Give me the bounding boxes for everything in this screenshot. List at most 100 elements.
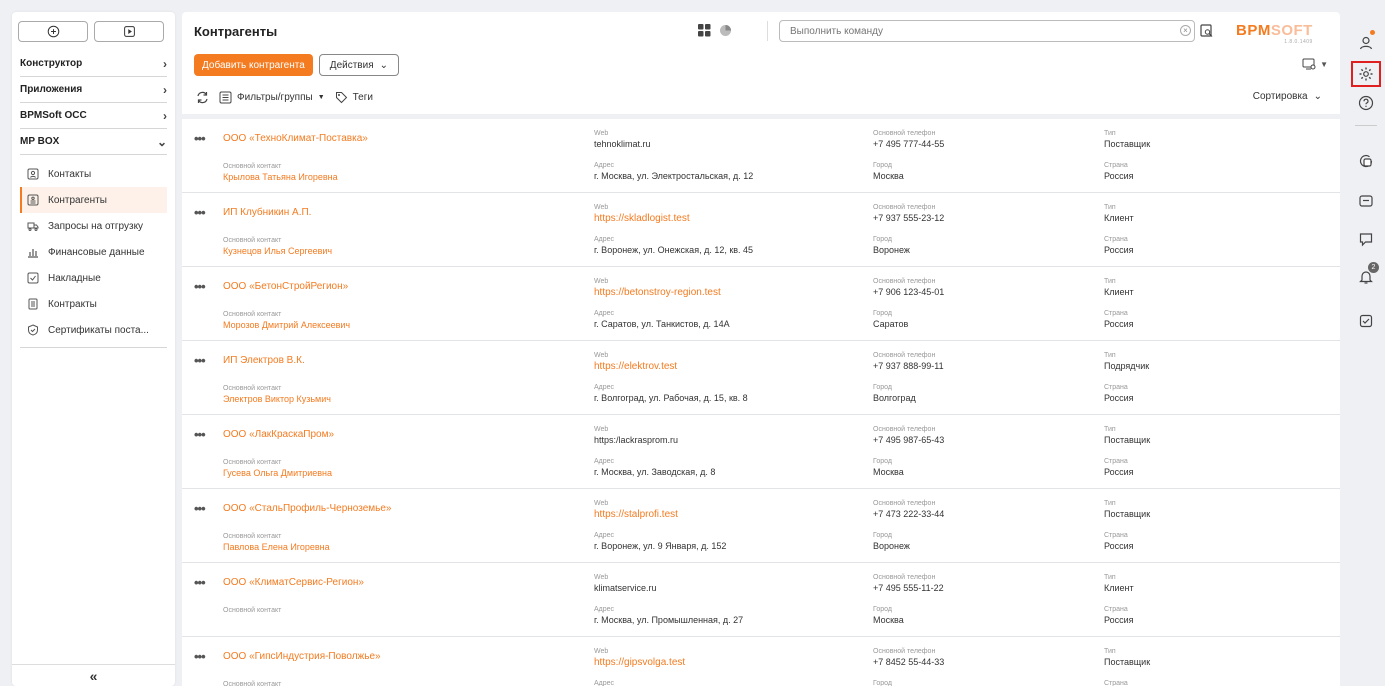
field-web: Web https:/lackrasprom.ru <box>594 425 678 446</box>
website-value[interactable]: https://gipsvolga.test <box>594 656 685 669</box>
field-label: Web <box>594 130 609 137</box>
account-card[interactable]: ••• ООО «ГипсИндустрия-Поволжье» Основной … <box>182 637 1340 686</box>
play-icon <box>123 26 135 37</box>
more-actions-icon[interactable]: ••• <box>194 575 206 590</box>
field-address: Адрес г. Воронеж, ул. Онежская, д. 12, кв… <box>594 235 753 256</box>
account-name-link[interactable]: ООО «КлиматСервис-Регион» <box>223 577 364 588</box>
account-card[interactable]: ••• ИП Клубникин А.П. Основной контакт Кузн… <box>182 193 1340 267</box>
account-card[interactable]: ••• ООО «ЛакКраскаПром» Основной контакт Гу… <box>182 415 1340 489</box>
contact-link[interactable]: Гусева Ольга Дмитриевна <box>223 467 332 479</box>
grid-view-icon[interactable] <box>698 24 711 37</box>
more-actions-icon[interactable]: ••• <box>194 649 206 664</box>
field-value: Россия <box>1104 171 1134 181</box>
field-label: Web <box>594 352 609 359</box>
tags-button[interactable]: Теги <box>335 91 373 104</box>
sidebar-section-mp-box[interactable]: MP BOX ⌄ <box>20 129 167 155</box>
field-address: Адрес г. Москва, ул. Промышленная, д. 27 <box>594 605 743 626</box>
sidebar-item-financial-data[interactable]: Финансовые данные <box>20 239 167 265</box>
field-address: Адрес <box>594 679 614 686</box>
account-name-link[interactable]: ИП Электров В.К. <box>223 355 305 366</box>
settings-button[interactable] <box>1351 61 1381 87</box>
contact-link[interactable]: Кузнецов Илья Сергеевич <box>223 245 332 257</box>
more-actions-icon[interactable]: ••• <box>194 353 206 368</box>
add-button[interactable] <box>18 21 88 42</box>
field-value: Россия <box>1104 319 1134 329</box>
account-card[interactable]: ••• ООО «БетонСтройРегион» Основной контак… <box>182 267 1340 341</box>
field-label: Тип <box>1104 204 1116 211</box>
contact-link[interactable]: Павлова Елена Игоревна <box>223 541 330 553</box>
more-actions-icon[interactable]: ••• <box>194 279 206 294</box>
refresh-icon[interactable] <box>196 91 209 104</box>
sidebar-section-apps[interactable]: Приложения › <box>20 77 167 103</box>
website-value[interactable]: https://elektrov.test <box>594 360 677 373</box>
feed-button[interactable] <box>1351 226 1381 252</box>
help-button[interactable] <box>1351 90 1381 116</box>
account-card[interactable]: ••• ООО «КлиматСервис-Регион» Основной кон… <box>182 563 1340 637</box>
account-card[interactable]: ••• ООО «ТехноКлимат-Поставка» Основной ко… <box>182 119 1340 193</box>
more-actions-icon[interactable]: ••• <box>194 501 206 516</box>
field-value: Клиент <box>1104 287 1134 297</box>
field-type: Тип Поставщик <box>1104 647 1150 668</box>
field-label: Web <box>594 278 609 285</box>
field-web: Web https://skladlogist.test <box>594 203 690 225</box>
account-name-link[interactable]: ООО «ТехноКлимат-Поставка» <box>223 133 368 144</box>
website-value[interactable]: https://skladlogist.test <box>594 212 690 225</box>
display-settings-button[interactable]: ▼ <box>1302 58 1328 71</box>
more-actions-icon[interactable]: ••• <box>194 205 206 220</box>
logo-text-soft: SOFT <box>1270 22 1313 39</box>
sidebar-item-label: Запросы на отгрузку <box>48 220 144 232</box>
play-button[interactable] <box>94 21 164 42</box>
field-label: Город <box>873 458 892 465</box>
sidebar-item-invoices[interactable]: Накладные <box>20 265 167 291</box>
sidebar-item-label: Сертификаты поста... <box>48 324 149 336</box>
more-actions-icon[interactable]: ••• <box>194 427 206 442</box>
search-record-icon[interactable] <box>1200 24 1214 38</box>
clear-icon[interactable]: × <box>1180 25 1191 36</box>
contact-link[interactable]: Крылова Татьяна Игоревна <box>223 171 338 183</box>
field-label: Город <box>873 384 892 391</box>
field-value: Саратов <box>873 319 909 329</box>
contact-link[interactable]: Электров Виктор Кузьмич <box>223 393 331 405</box>
collapse-sidebar-button[interactable]: « <box>12 664 175 686</box>
field-city: Город Волгоград <box>873 383 916 404</box>
actions-dropdown[interactable]: Действия ⌄ <box>318 54 400 76</box>
account-card[interactable]: ••• ИП Электров В.К. Основной контакт Элект… <box>182 341 1340 415</box>
account-name-link[interactable]: ООО «СтальПрофиль-Черноземье» <box>223 503 391 514</box>
tasks-button[interactable] <box>1351 308 1381 334</box>
sidebar-item-contracts[interactable]: Контракты <box>20 291 167 317</box>
command-input[interactable] <box>779 20 1195 42</box>
field-label: Тип <box>1104 426 1116 433</box>
account-name-link[interactable]: ИП Клубникин А.П. <box>223 207 311 218</box>
field-country: Страна Россия <box>1104 161 1134 182</box>
sidebar-section-bpmsoft-occ[interactable]: BPMSoft OCC › <box>20 103 167 129</box>
email-button[interactable] <box>1351 188 1381 214</box>
tags-label: Теги <box>352 91 373 103</box>
website-value[interactable]: https://betonstroy-region.test <box>594 286 721 299</box>
sidebar-item-accounts[interactable]: Контрагенты <box>20 187 167 213</box>
sidebar-item-certificates[interactable]: Сертификаты поста... <box>20 317 167 343</box>
field-label: Основной телефон <box>873 278 936 285</box>
sidebar-item-shipping-requests[interactable]: Запросы на отгрузку <box>20 213 167 239</box>
website-value[interactable]: https://stalprofi.test <box>594 508 678 521</box>
account-card[interactable]: ••• ООО «СтальПрофиль-Черноземье» Основной… <box>182 489 1340 563</box>
account-name-link[interactable]: ООО «ГипсИндустрия-Поволжье» <box>223 651 381 662</box>
communication-panel-button[interactable] <box>1351 148 1381 174</box>
add-account-button[interactable]: Добавить контрагента <box>194 54 313 76</box>
accounts-list: ••• ООО «ТехноКлимат-Поставка» Основной ко… <box>182 119 1340 686</box>
field-country: Страна Россия <box>1104 309 1134 330</box>
filters-dropdown[interactable]: Фильтры/группы ▼ <box>219 91 325 104</box>
field-value: Поставщик <box>1104 509 1151 519</box>
account-name-link[interactable]: ООО «БетонСтройРегион» <box>223 281 348 292</box>
account-name-link[interactable]: ООО «ЛакКраскаПром» <box>223 429 334 440</box>
more-actions-icon[interactable]: ••• <box>194 131 206 146</box>
sidebar-item-contacts[interactable]: Контакты <box>20 161 167 187</box>
caret-down-icon: ▼ <box>1320 60 1328 69</box>
notifications-button[interactable]: 2 <box>1351 262 1381 290</box>
profile-button[interactable] <box>1351 30 1381 56</box>
pie-chart-icon[interactable] <box>719 24 732 37</box>
field-value: Подрядчик <box>1104 361 1150 371</box>
gear-icon <box>1359 67 1373 81</box>
sidebar-section-constructor[interactable]: Конструктор › <box>20 51 167 77</box>
sort-dropdown[interactable]: Сортировка ⌄ <box>1253 91 1322 102</box>
contact-link[interactable]: Морозов Дмитрий Алексеевич <box>223 319 350 331</box>
